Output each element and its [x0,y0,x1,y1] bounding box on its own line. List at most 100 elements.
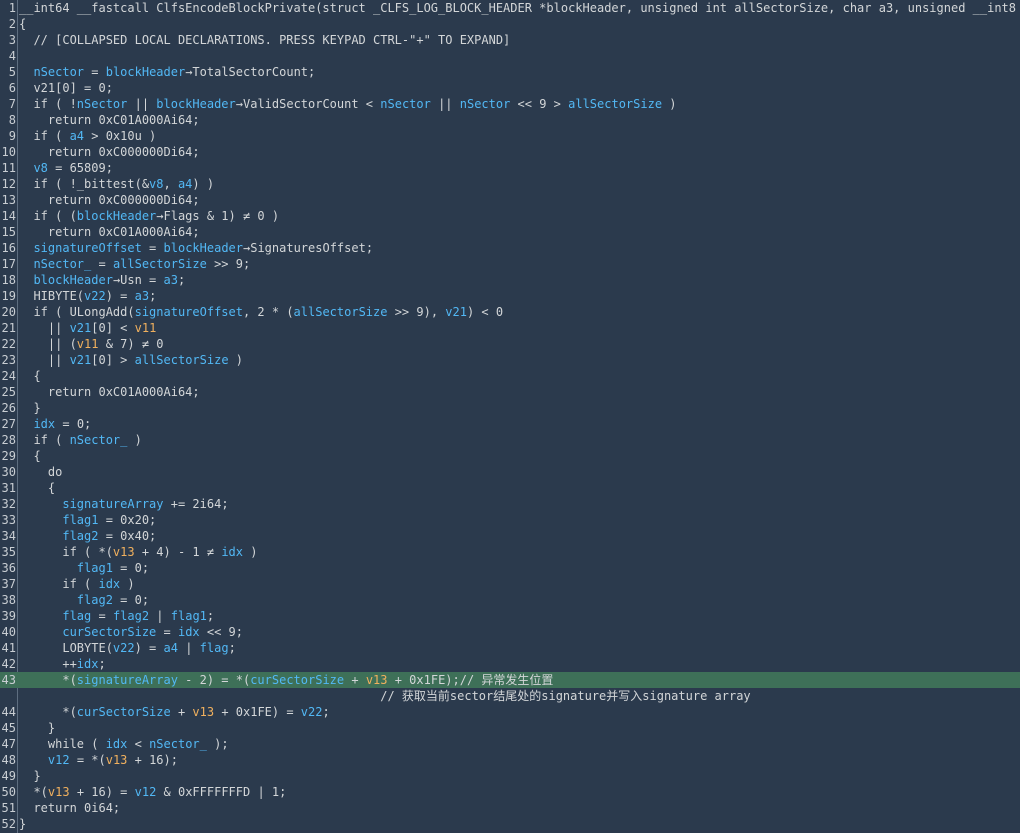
code-line[interactable]: 15 return 0xC01A000Ai64; [0,224,1020,240]
code-token: || [430,97,460,111]
code-line[interactable]: 32 signatureArray += 2i64; [0,496,1020,512]
argument-token: v13 [365,673,388,687]
code-line[interactable]: 45 } [0,720,1020,736]
code-line[interactable]: 3 // [COLLAPSED LOCAL DECLARATIONS. PRES… [0,32,1020,48]
code-line[interactable]: 1 __int64 __fastcall ClfsEncodeBlockPriva… [0,0,1020,16]
code-line[interactable]: 31 { [0,480,1020,496]
code-line[interactable]: 34 flag2 = 0x40; [0,528,1020,544]
code-line[interactable]: 33 flag1 = 0x20; [0,512,1020,528]
code-line[interactable]: 35 if ( *(v13 + 4) - 1 ≠ idx ) [0,544,1020,560]
code-token: } [19,817,27,831]
code-token: __int64 __fastcall ClfsEncodeBlockPrivat… [19,1,1020,15]
code-line[interactable]: 22 || (v11 & 7) ≠ 0 [0,336,1020,352]
code-line[interactable]: 4 [0,48,1020,64]
code-token: ; [322,705,330,719]
line-number: 19 [1,289,16,303]
code-line[interactable]: 8 return 0xC01A000Ai64; [0,112,1020,128]
code-line[interactable]: 37 if ( idx ) [0,576,1020,592]
code-line[interactable]: 39 flag = flag2 | flag1; [0,608,1020,624]
code-line[interactable]: 21 || v21[0] < v11 [0,320,1020,336]
variable-token: flag2 [62,529,99,543]
code-line[interactable]: 2{ [0,16,1020,32]
code-token: if ( [19,433,70,447]
code-line[interactable]: 13 return 0xC000000Di64; [0,192,1020,208]
code-token: < [127,737,150,751]
code-token: ) [662,97,677,111]
code-line[interactable]: 24 { [0,368,1020,384]
code-line[interactable]: 29 { [0,448,1020,464]
code-line[interactable]: 40 curSectorSize = idx << 9; [0,624,1020,640]
code-line[interactable]: 5 nSector = blockHeader→TotalSectorCount… [0,64,1020,80]
code-token: | [177,641,200,655]
code-token: & 7) ≠ 0 [98,337,164,351]
variable-token: v12 [47,753,70,767]
code-line[interactable]: 23 || v21[0] > allSectorSize ) [0,352,1020,368]
code-line[interactable]: 38 flag2 = 0; [0,592,1020,608]
code-text: blockHeader→Usn = a3; [19,272,185,288]
code-token: ) ) [192,177,215,191]
code-token: LOBYTE( [19,641,113,655]
code-line[interactable]: 19 HIBYTE(v22) = a3; [0,288,1020,304]
code-line[interactable]: 36 flag1 = 0; [0,560,1020,576]
code-line[interactable]: // 获取当前sector结尾处的signature并写入signature a… [0,688,1020,704]
code-line[interactable]: 30 do [0,464,1020,480]
variable-token: flag2 [112,609,150,623]
code-line[interactable]: 44 *(curSectorSize + v13 + 0x1FE) = v22; [0,704,1020,720]
variable-token: v22 [300,705,323,719]
variable-token: nSector [76,97,128,111]
line-number: 17 [1,257,16,271]
code-token: } [19,721,56,735]
code-token: + 16); [127,753,178,767]
code-line[interactable]: 49 } [0,768,1020,784]
code-line[interactable]: 26 } [0,400,1020,416]
code-line[interactable]: 51 return 0i64; [0,800,1020,816]
code-token: - 2) = *( [177,673,251,687]
code-token: return 0xC01A000Ai64; [19,113,200,127]
code-line[interactable]: 14 if ( (blockHeader→Flags & 1) ≠ 0 ) [0,208,1020,224]
code-line[interactable]: 41 LOBYTE(v22) = a4 | flag; [0,640,1020,656]
code-line[interactable]: 11 v8 = 65809; [0,160,1020,176]
code-line[interactable]: 50 *(v13 + 16) = v12 & 0xFFFFFFFD | 1; [0,784,1020,800]
code-text: idx = 0; [19,416,91,432]
variable-token: a4 [69,129,85,143]
code-line[interactable]: 18 blockHeader→Usn = a3; [0,272,1020,288]
code-line[interactable]: 16 signatureOffset = blockHeader→Signatu… [0,240,1020,256]
code-line[interactable]: 25 return 0xC01A000Ai64; [0,384,1020,400]
code-text: return 0xC01A000Ai64; [19,224,200,240]
code-line[interactable]: 42 ++idx; [0,656,1020,672]
code-token: return 0i64; [19,801,121,815]
pseudocode-editor[interactable]: 1 __int64 __fastcall ClfsEncodeBlockPriva… [0,0,1020,833]
code-token: = [91,609,113,623]
variable-token: nSector [459,97,511,111]
code-line[interactable]: 47 while ( idx < nSector_ ); [0,736,1020,752]
code-token: return 0xC000000Di64; [19,145,200,159]
variable-token: v21 [69,353,92,367]
code-line[interactable]: 43 *(signatureArray - 2) = *(curSectorSi… [0,672,1020,688]
code-text: flag = flag2 | flag1; [19,608,214,624]
code-line[interactable]: 27 idx = 0; [0,416,1020,432]
code-token: = [84,65,106,79]
code-line[interactable]: 12 if ( !_bittest(&v8, a4) ) [0,176,1020,192]
line-number: 24 [1,369,16,383]
code-line[interactable]: 52} [0,816,1020,832]
variable-token: curSectorSize [250,673,345,687]
code-text: } [19,768,40,784]
code-line[interactable]: 6 v21[0] = 0; [0,80,1020,96]
code-line[interactable]: 10 return 0xC000000Di64; [0,144,1020,160]
code-line[interactable]: 17 nSector_ = allSectorSize >> 9; [0,256,1020,272]
code-line[interactable]: 9 if ( a4 > 0x10u ) [0,128,1020,144]
code-line[interactable]: 7 if ( !nSector || blockHeader→ValidSect… [0,96,1020,112]
code-text: if ( !_bittest(&v8, a4) ) [19,176,214,192]
code-line[interactable]: 20 if ( ULongAdd(signatureOffset, 2 * (a… [0,304,1020,320]
code-token: = 0x20; [98,513,157,527]
code-line[interactable]: 28 if ( nSector_ ) [0,432,1020,448]
line-number: 11 [1,161,16,175]
variable-token: blockHeader [33,273,113,287]
line-number: 4 [8,49,16,63]
code-token: ; [98,657,106,671]
code-line[interactable]: 48 v12 = *(v13 + 16); [0,752,1020,768]
